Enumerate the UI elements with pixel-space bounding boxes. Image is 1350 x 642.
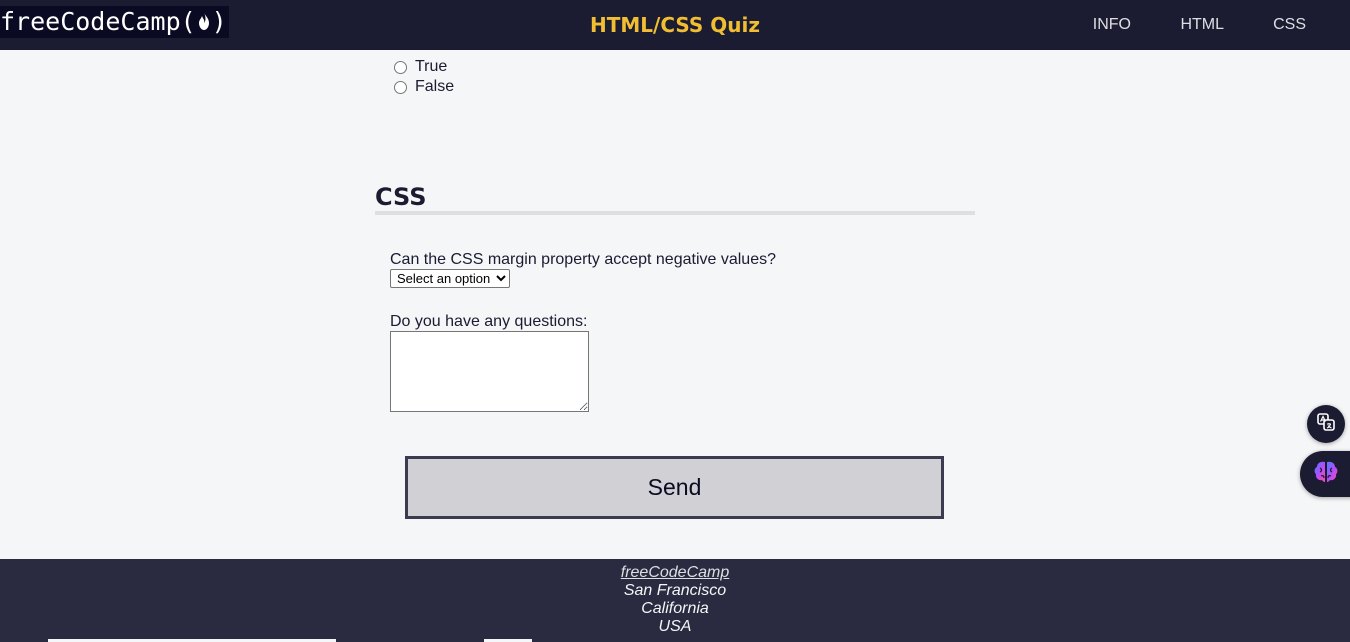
radio-label-false: False [415, 78, 455, 95]
margin-answer-select[interactable]: Select an option [390, 269, 510, 288]
footer-freecodecamp-link[interactable]: freeCodeCamp [621, 564, 730, 581]
nav-link-info[interactable]: INFO [1093, 0, 1131, 50]
questions-textarea[interactable] [390, 331, 589, 412]
radio-true[interactable] [394, 60, 407, 74]
freecodecamp-logo[interactable]: freeCodeCamp() [0, 6, 229, 38]
translate-widget-button[interactable] [1307, 405, 1345, 443]
margin-question-label: Can the CSS margin property accept negat… [390, 251, 776, 268]
radio-option-true[interactable]: True [393, 57, 447, 77]
site-header: freeCodeCamp() HTML/CSS Quiz INFO HTML C… [0, 0, 1350, 50]
flame-icon [197, 7, 211, 39]
brain-icon [1313, 460, 1339, 489]
questions-label: Do you have any questions: [390, 313, 588, 330]
ai-assistant-widget-button[interactable] [1300, 451, 1350, 497]
section-divider [375, 211, 975, 215]
send-button[interactable]: Send [405, 456, 944, 519]
translate-icon [1316, 412, 1336, 437]
footer-city: San Francisco [623, 582, 727, 599]
nav-link-html[interactable]: HTML [1180, 0, 1224, 50]
nav-link-css[interactable]: CSS [1273, 0, 1306, 50]
logo-close: ) [211, 7, 227, 36]
site-footer: freeCodeCamp San Francisco California US… [0, 559, 1350, 642]
logo-text: freeCodeCamp( [0, 7, 196, 36]
css-section-heading: CSS [375, 183, 427, 211]
footer-state: California [641, 600, 709, 617]
radio-label-true: True [415, 58, 448, 75]
radio-option-false[interactable]: False [393, 77, 454, 97]
radio-false[interactable] [394, 80, 407, 94]
footer-country: USA [658, 618, 692, 635]
